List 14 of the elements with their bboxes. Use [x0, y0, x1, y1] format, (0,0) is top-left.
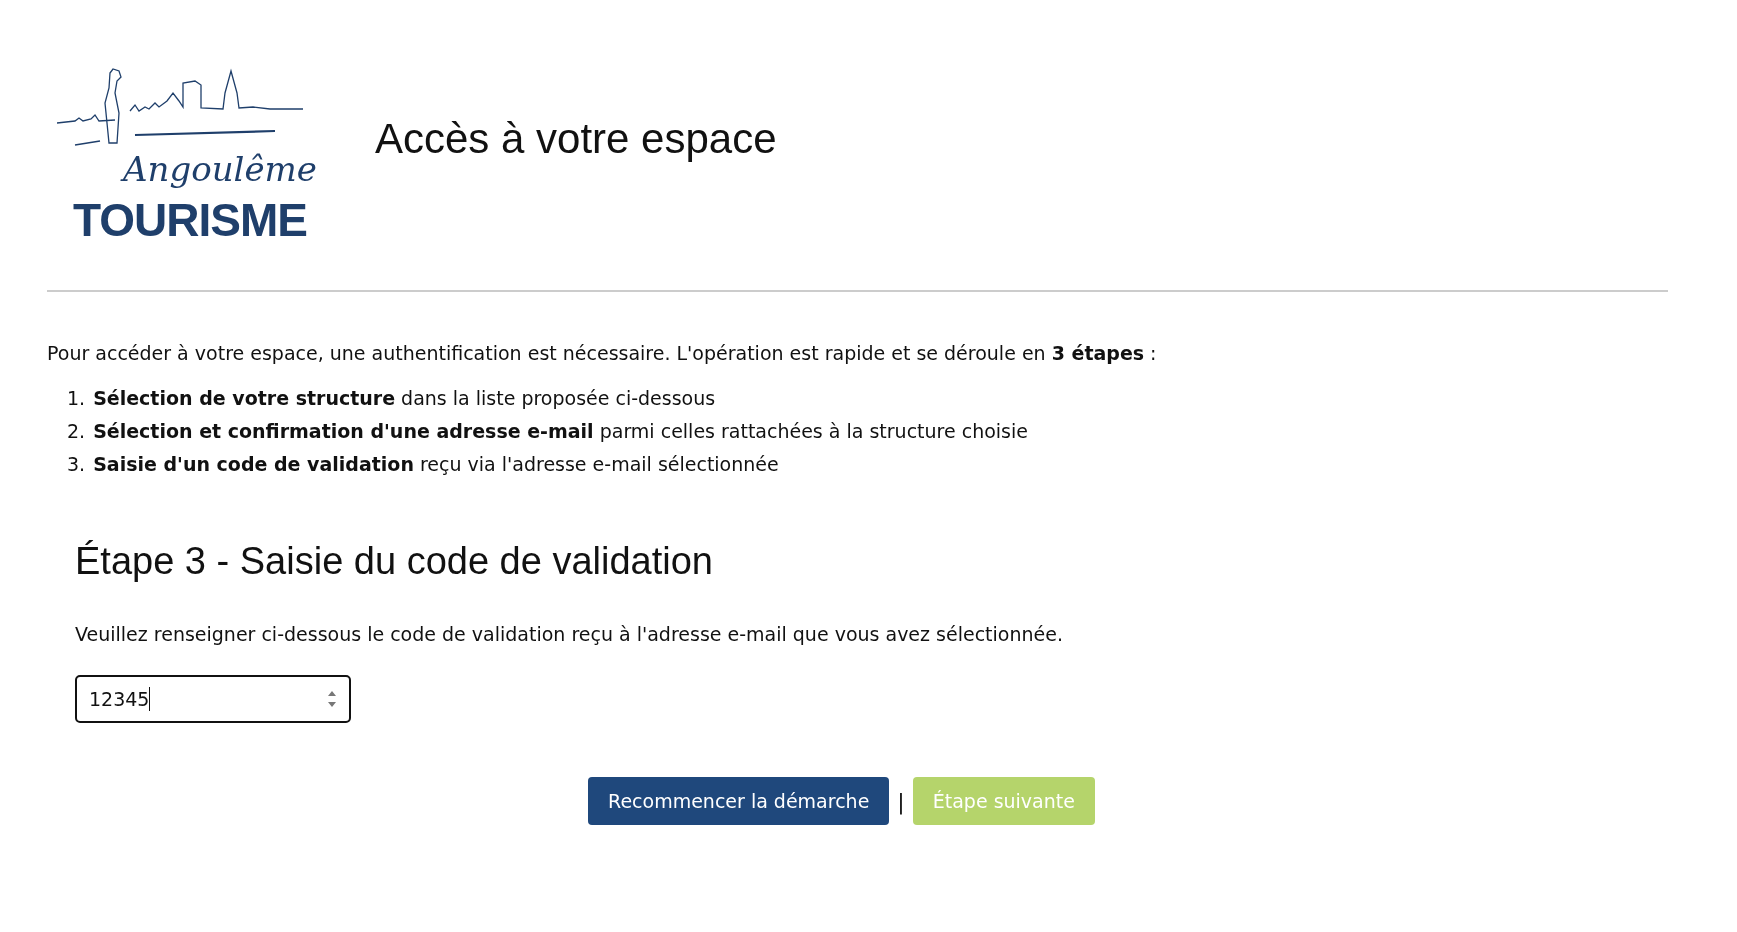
- code-input-field[interactable]: 12345: [75, 675, 351, 723]
- separator-text: |: [897, 788, 905, 814]
- step-description: Veuillez renseigner ci-dessous le code de validation reçu à l'adresse e-mail que vous avez sélectionnée.: [75, 623, 1064, 645]
- step-text: Sélection et confirmation d'une adresse e-mail parmi celles rattachées à la structure choisie: [93, 420, 1028, 442]
- step-text: Sélection de votre structure dans la liste proposée ci-dessous: [93, 387, 716, 409]
- step-number: 3.: [67, 453, 86, 475]
- intro-paragraph: Pour accéder à votre espace, une authentification est nécessaire. L'opération est rapide et se déroule en 3 étapes :: [47, 342, 1158, 364]
- step-heading: Étape 3 - Saisie du code de validation: [75, 540, 714, 583]
- step-number: 2.: [67, 420, 86, 442]
- step-text: Saisie d'un code de validation reçu via l'adresse e-mail sélectionnée: [93, 453, 779, 475]
- step-number: 1.: [67, 387, 86, 409]
- restart-button[interactable]: Recommencer la démarche: [588, 777, 890, 825]
- page-title: Accès à votre espace: [375, 115, 777, 163]
- logo-wordmark: TOURISME: [73, 192, 307, 247]
